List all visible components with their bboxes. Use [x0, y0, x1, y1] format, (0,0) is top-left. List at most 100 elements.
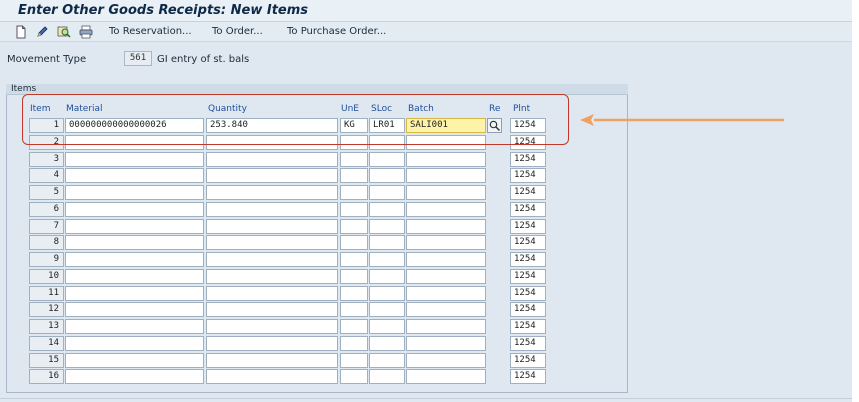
batch-field[interactable] [406, 302, 486, 317]
material-field[interactable] [65, 269, 204, 284]
edit-pencil-icon[interactable] [35, 25, 49, 39]
batch-field[interactable] [406, 185, 486, 200]
sloc-field[interactable] [369, 235, 405, 250]
batch-field[interactable] [406, 152, 486, 167]
quantity-field[interactable] [206, 302, 338, 317]
unit-field[interactable] [340, 135, 368, 150]
quantity-field[interactable] [206, 235, 338, 250]
batch-field[interactable] [406, 269, 486, 284]
sloc-field[interactable]: LR01 [369, 118, 405, 133]
quantity-field[interactable] [206, 135, 338, 150]
to-order-button[interactable]: To Order... [212, 26, 263, 37]
quantity-field[interactable] [206, 252, 338, 267]
material-field[interactable] [65, 135, 204, 150]
unit-field[interactable] [340, 235, 368, 250]
material-field[interactable] [65, 336, 204, 351]
quantity-field[interactable]: 253.840 [206, 118, 338, 133]
material-field[interactable] [65, 185, 204, 200]
quantity-field[interactable] [206, 286, 338, 301]
plant-field[interactable]: 1254 [510, 302, 546, 317]
unit-field[interactable] [340, 168, 368, 183]
sloc-field[interactable] [369, 219, 405, 234]
unit-field[interactable] [340, 369, 368, 384]
batch-field[interactable] [406, 219, 486, 234]
quantity-field[interactable] [206, 152, 338, 167]
plant-field[interactable]: 1254 [510, 152, 546, 167]
sloc-field[interactable] [369, 168, 405, 183]
material-field[interactable] [65, 353, 204, 368]
batch-field[interactable] [406, 235, 486, 250]
plant-field[interactable]: 1254 [510, 168, 546, 183]
material-field[interactable] [65, 252, 204, 267]
unit-field[interactable] [340, 252, 368, 267]
unit-field[interactable] [340, 286, 368, 301]
quantity-field[interactable] [206, 336, 338, 351]
quantity-field[interactable] [206, 185, 338, 200]
plant-field[interactable]: 1254 [510, 185, 546, 200]
plant-field[interactable]: 1254 [510, 135, 546, 150]
batch-field[interactable] [406, 319, 486, 334]
plant-field[interactable]: 1254 [510, 369, 546, 384]
material-field[interactable] [65, 369, 204, 384]
material-field[interactable] [65, 202, 204, 217]
material-field[interactable] [65, 219, 204, 234]
batch-field[interactable] [406, 353, 486, 368]
batch-search-help-button[interactable] [487, 118, 502, 133]
quantity-field[interactable] [206, 369, 338, 384]
plant-field[interactable]: 1254 [510, 336, 546, 351]
unit-field[interactable] [340, 336, 368, 351]
unit-field[interactable]: KG [340, 118, 368, 133]
quantity-field[interactable] [206, 168, 338, 183]
plant-field[interactable]: 1254 [510, 219, 546, 234]
sloc-field[interactable] [369, 302, 405, 317]
sloc-field[interactable] [369, 353, 405, 368]
batch-field[interactable] [406, 369, 486, 384]
plant-field[interactable]: 1254 [510, 269, 546, 284]
unit-field[interactable] [340, 353, 368, 368]
new-document-icon[interactable] [14, 25, 28, 39]
unit-field[interactable] [340, 152, 368, 167]
unit-field[interactable] [340, 302, 368, 317]
plant-field[interactable]: 1254 [510, 286, 546, 301]
quantity-field[interactable] [206, 202, 338, 217]
sloc-field[interactable] [369, 336, 405, 351]
unit-field[interactable] [340, 269, 368, 284]
to-purchase-order-button[interactable]: To Purchase Order... [287, 26, 386, 37]
to-reservation-button[interactable]: To Reservation... [109, 26, 192, 37]
sloc-field[interactable] [369, 252, 405, 267]
material-field[interactable] [65, 319, 204, 334]
sloc-field[interactable] [369, 269, 405, 284]
sloc-field[interactable] [369, 202, 405, 217]
material-field[interactable] [65, 152, 204, 167]
batch-field[interactable] [406, 202, 486, 217]
plant-field[interactable]: 1254 [510, 118, 546, 133]
unit-field[interactable] [340, 219, 368, 234]
sloc-field[interactable] [369, 369, 405, 384]
unit-field[interactable] [340, 319, 368, 334]
unit-field[interactable] [340, 185, 368, 200]
plant-field[interactable]: 1254 [510, 235, 546, 250]
display-search-icon[interactable] [57, 25, 71, 39]
batch-field[interactable] [406, 336, 486, 351]
material-field[interactable] [65, 302, 204, 317]
material-field[interactable] [65, 235, 204, 250]
sloc-field[interactable] [369, 286, 405, 301]
plant-field[interactable]: 1254 [510, 319, 546, 334]
batch-field[interactable] [406, 286, 486, 301]
sloc-field[interactable] [369, 185, 405, 200]
plant-field[interactable]: 1254 [510, 353, 546, 368]
material-field[interactable]: 000000000000000026 [65, 118, 204, 133]
batch-field[interactable] [406, 135, 486, 150]
batch-field[interactable] [406, 168, 486, 183]
material-field[interactable] [65, 286, 204, 301]
batch-field[interactable]: SALI001 [406, 118, 486, 133]
quantity-field[interactable] [206, 319, 338, 334]
movement-type-field[interactable]: 561 [124, 51, 152, 66]
material-field[interactable] [65, 168, 204, 183]
plant-field[interactable]: 1254 [510, 252, 546, 267]
print-icon[interactable] [79, 25, 93, 39]
sloc-field[interactable] [369, 319, 405, 334]
unit-field[interactable] [340, 202, 368, 217]
sloc-field[interactable] [369, 135, 405, 150]
quantity-field[interactable] [206, 269, 338, 284]
